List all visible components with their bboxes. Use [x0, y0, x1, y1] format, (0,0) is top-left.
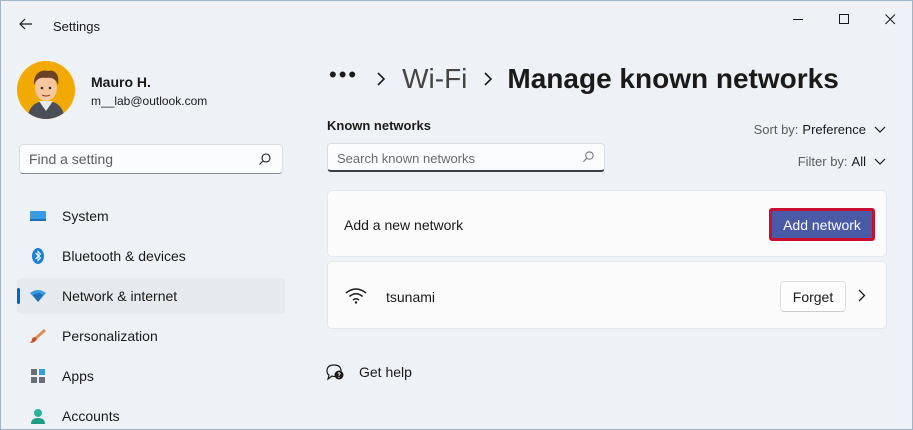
- network-name: tsunami: [386, 289, 436, 305]
- minimize-icon: [792, 18, 803, 20]
- search-known-networks-input[interactable]: [337, 149, 577, 167]
- chevron-right-icon: [377, 72, 386, 86]
- add-network-card: Add a new network Add network: [327, 190, 887, 257]
- sidebar-item-personalization[interactable]: Personalization: [17, 318, 285, 354]
- sidebar-item-bluetooth[interactable]: Bluetooth & devices: [17, 238, 285, 274]
- chevron-right-icon: [484, 72, 493, 86]
- sidebar-item-network[interactable]: Network & internet: [17, 278, 285, 314]
- search-icon[interactable]: [582, 150, 595, 163]
- chevron-down-icon: [874, 158, 886, 165]
- known-networks-heading: Known networks: [327, 118, 432, 133]
- breadcrumb-wifi-link[interactable]: Wi-Fi: [402, 63, 467, 95]
- close-button[interactable]: [867, 5, 912, 33]
- sidebar-item-label: Apps: [62, 368, 94, 384]
- find-setting-box[interactable]: [19, 144, 283, 174]
- back-arrow-icon: [19, 18, 32, 30]
- minimize-button[interactable]: [775, 5, 821, 33]
- add-network-button[interactable]: Add network: [769, 208, 875, 241]
- add-network-label: Add a new network: [344, 217, 464, 233]
- sidebar-item-label: Personalization: [62, 328, 158, 344]
- paintbrush-icon: [30, 329, 46, 343]
- filter-by-label: Filter by:: [797, 154, 848, 169]
- page-title: Manage known networks: [507, 63, 839, 94]
- network-icon: [30, 290, 46, 302]
- sidebar-item-label: Network & internet: [62, 288, 178, 304]
- get-help-label: Get help: [359, 364, 412, 380]
- breadcrumb-more-button[interactable]: •••: [329, 62, 358, 88]
- settings-window: Settings Mauro H. m__lab@outlook.com Fin…: [0, 0, 913, 430]
- wifi-icon: [345, 288, 367, 304]
- get-help-link[interactable]: Get help: [325, 363, 412, 381]
- known-network-row[interactable]: tsunami Forget: [327, 261, 887, 329]
- sidebar-item-label: System: [62, 208, 109, 224]
- chevron-right-icon[interactable]: [858, 289, 866, 302]
- chevron-down-icon: [874, 126, 886, 133]
- sort-by-dropdown[interactable]: Sort by: Preference: [754, 122, 886, 137]
- search-known-networks-box[interactable]: [327, 143, 605, 172]
- system-icon: [30, 211, 46, 221]
- filter-by-value: All: [851, 154, 866, 169]
- title-bar: Settings: [1, 1, 912, 49]
- breadcrumb: ••• Wi-Fi Manage known networks: [329, 59, 839, 99]
- help-icon: [326, 364, 344, 381]
- sidebar-item-label: Bluetooth & devices: [62, 248, 186, 264]
- close-icon: [884, 13, 895, 24]
- filter-by-dropdown[interactable]: Filter by: All: [798, 154, 886, 169]
- avatar[interactable]: [17, 61, 75, 119]
- apps-icon: [31, 369, 45, 383]
- sort-by-value: Preference: [802, 122, 866, 137]
- sort-by-label: Sort by:: [753, 122, 799, 137]
- active-indicator: [17, 288, 20, 304]
- accounts-icon: [31, 409, 45, 424]
- sidebar-item-system[interactable]: System: [17, 198, 285, 234]
- app-title: Settings: [53, 19, 100, 34]
- forget-button[interactable]: Forget: [780, 281, 846, 312]
- user-avatar-icon: [17, 61, 75, 119]
- sidebar-item-accounts[interactable]: Accounts: [17, 398, 285, 429]
- search-icon[interactable]: [258, 152, 272, 166]
- bluetooth-icon: [32, 248, 44, 264]
- user-email: m__lab@outlook.com: [91, 94, 208, 108]
- sidebar-item-label: Accounts: [62, 408, 120, 424]
- sidebar-item-apps[interactable]: Apps: [17, 358, 285, 394]
- maximize-icon: [838, 13, 849, 24]
- user-name: Mauro H.: [91, 74, 151, 90]
- find-setting-input[interactable]: [29, 150, 249, 168]
- maximize-button[interactable]: [821, 5, 867, 33]
- back-button[interactable]: [13, 11, 39, 37]
